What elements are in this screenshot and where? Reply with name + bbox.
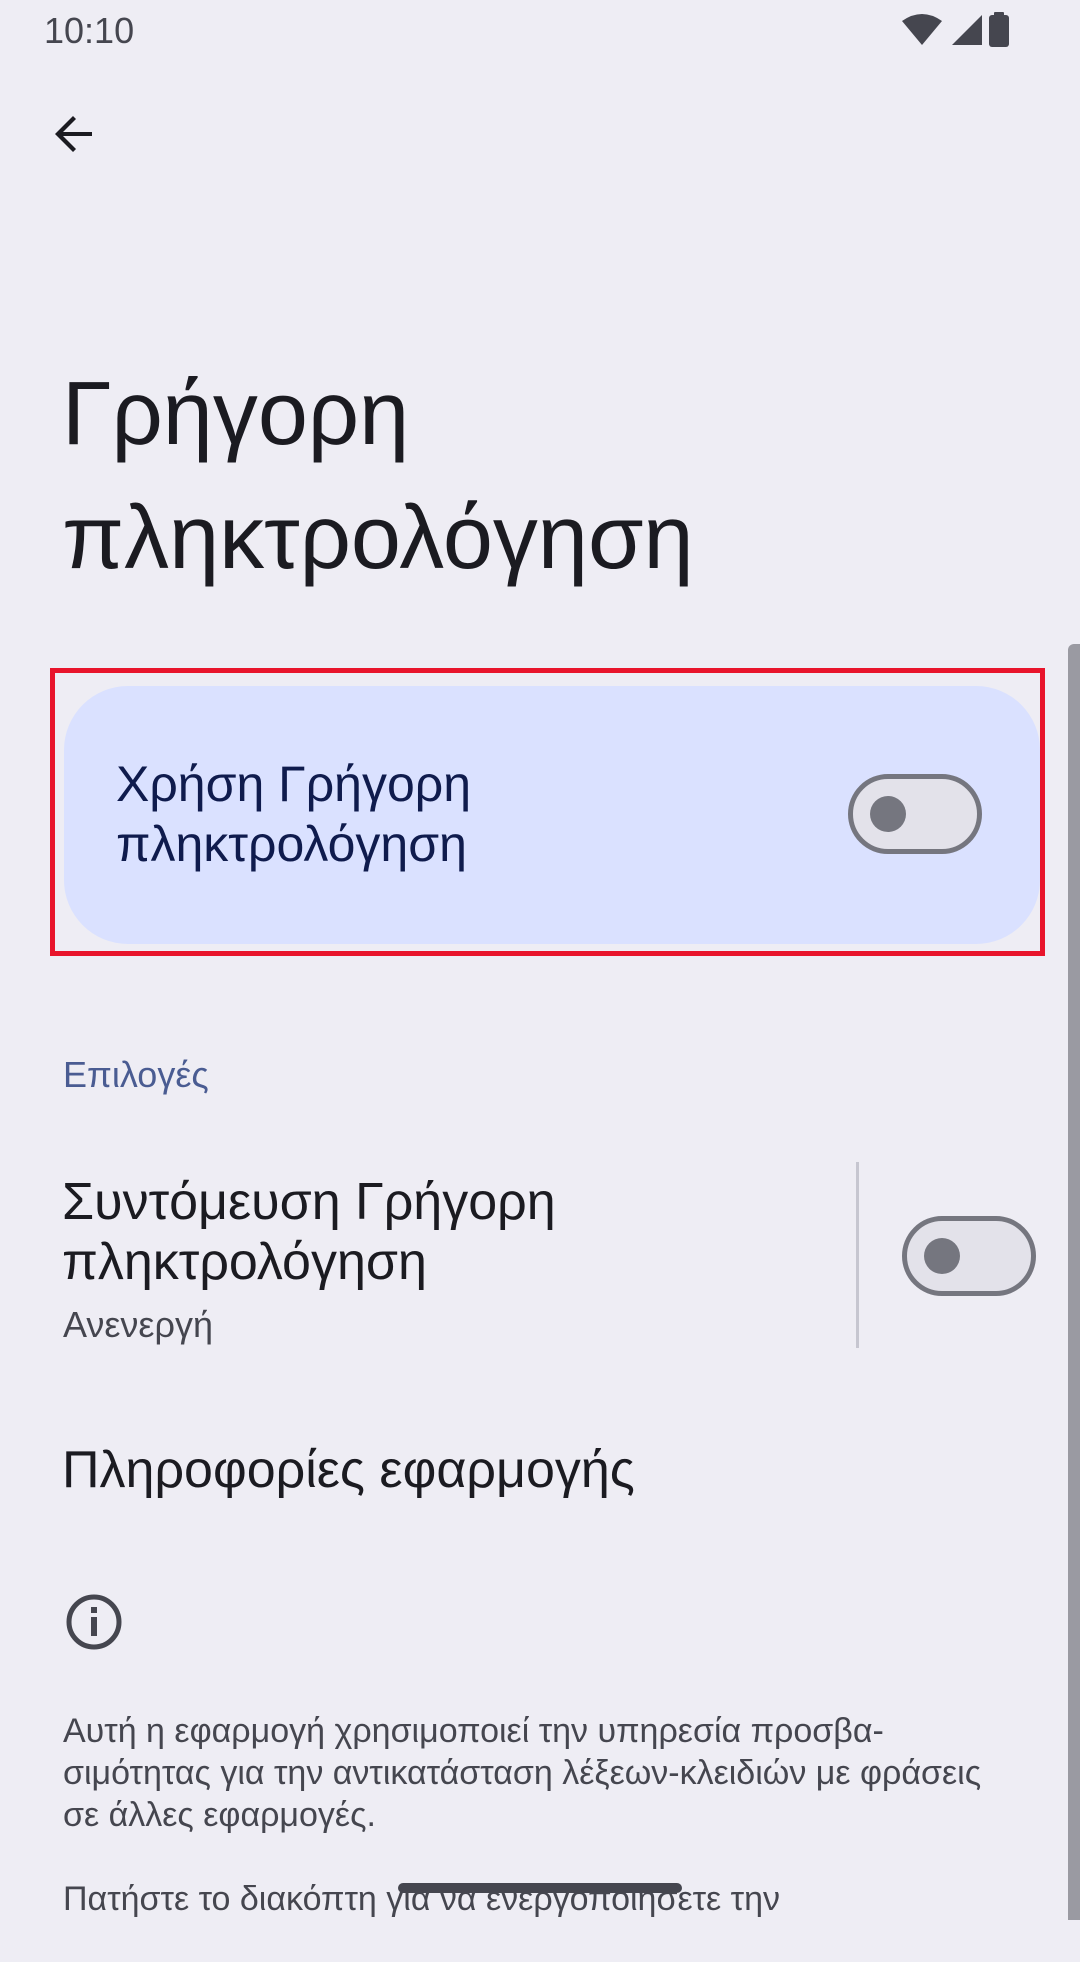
footer-description: Αυτή η εφαρμογή χρησιμοποιεί την υπηρεσί…: [63, 1710, 1023, 1962]
app-info-preference[interactable]: Πληροφορίες εφαρμογής: [0, 1418, 1080, 1528]
scrollbar[interactable]: [1068, 644, 1080, 1920]
footer-paragraph: Αυτή η εφαρμογή χρησιμοποιεί την υπηρεσί…: [63, 1712, 982, 1834]
divider: [856, 1162, 859, 1348]
toggle-thumb: [924, 1238, 960, 1274]
main-switch-label: Χρήση Γρήγορη πληκτρολόγηση: [116, 756, 472, 872]
toggle-thumb: [870, 796, 906, 832]
main-switch-toggle[interactable]: [848, 774, 982, 854]
main-switch-bar[interactable]: Χρήση Γρήγορη πληκτρολόγηση: [64, 686, 1040, 944]
section-header-options: Επιλογές: [63, 1054, 209, 1095]
status-bar: 10:10: [0, 0, 1080, 62]
battery-icon: [988, 11, 1010, 53]
signal-icon: [948, 13, 982, 52]
shortcut-title: Συντόμευση Γρήγορη πληκτρολόγηση: [62, 1173, 556, 1291]
info-icon: [64, 1592, 124, 1652]
status-time: 10:10: [44, 10, 135, 51]
shortcut-summary: Ανενεργή: [63, 1304, 213, 1345]
app-info-label: Πληροφορίες εφαρμογής: [62, 1441, 635, 1499]
back-button[interactable]: [36, 98, 112, 174]
wifi-icon: [902, 13, 942, 52]
arrow-back-icon: [50, 110, 98, 163]
shortcut-preference[interactable]: Συντόμευση Γρήγορη πληκτρολόγηση Ανενεργ…: [0, 1160, 1080, 1356]
page-title: Γρήγορη πληκτρολόγηση: [62, 364, 694, 588]
status-icons: [902, 11, 1010, 53]
gesture-nav-handle[interactable]: [398, 1883, 682, 1893]
shortcut-toggle[interactable]: [902, 1216, 1036, 1296]
